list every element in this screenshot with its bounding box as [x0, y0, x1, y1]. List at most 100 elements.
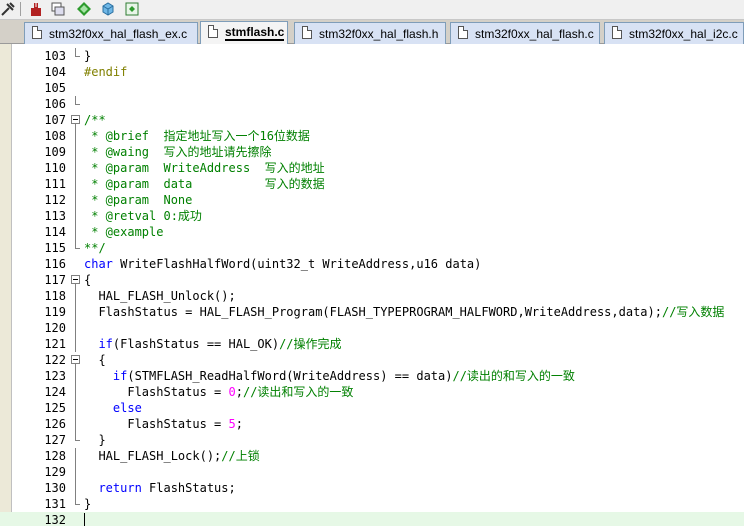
- windows-icon[interactable]: [50, 1, 66, 17]
- comment-token: * @param None: [84, 193, 193, 207]
- code-text: FlashStatus = 5;: [84, 416, 243, 432]
- line-number: 110: [44, 161, 66, 175]
- code-line[interactable]: 120: [0, 320, 744, 336]
- line-number: 111: [44, 177, 66, 191]
- code-line[interactable]: 114 * @example: [0, 224, 744, 240]
- tab-label: stm32f0xx_hal_i2c.c: [629, 27, 738, 41]
- code-token: (FlashStatus == HAL_OK): [112, 337, 280, 351]
- fold-guide: [70, 192, 82, 208]
- fold-guide: [70, 48, 82, 64]
- code-text: * @param WriteAddress 写入的地址: [84, 160, 325, 176]
- preprocessor-token: #endif: [84, 65, 128, 79]
- code-line[interactable]: 104 #endif: [0, 64, 744, 80]
- code-line[interactable]: 126 FlashStatus = 5;: [0, 416, 744, 432]
- code-editor[interactable]: 103} 104 #endif 105 106 107 /** 108 * @brief 指定…: [0, 44, 744, 526]
- line-number: 132: [44, 513, 66, 526]
- line-number: 123: [44, 369, 66, 383]
- comment-token: **/: [84, 241, 106, 255]
- code-line[interactable]: 115 **/: [0, 240, 744, 256]
- code-line[interactable]: 109 * @waing 写入的地址请先擦除: [0, 144, 744, 160]
- tab-stm32f0xx-hal-flash-ex-c[interactable]: stm32f0xx_hal_flash_ex.c: [24, 22, 198, 44]
- code-line[interactable]: 132: [0, 512, 744, 526]
- line-number: 124: [44, 385, 66, 399]
- code-line[interactable]: 108 * @brief 指定地址写入一个16位数据: [0, 128, 744, 144]
- code-line[interactable]: 119 FlashStatus = HAL_FLASH_Program(FLAS…: [0, 304, 744, 320]
- keyword-token: if: [98, 337, 113, 351]
- line-number: 122: [44, 353, 66, 367]
- code-line[interactable]: 129: [0, 464, 744, 480]
- fold-guide: [70, 448, 82, 464]
- code-line[interactable]: 124 FlashStatus = 0;//读出和写入的一致: [0, 384, 744, 400]
- fold-collapse-icon[interactable]: [70, 272, 82, 288]
- line-number: 112: [44, 193, 66, 207]
- tab-stm32f0xx-hal-flash-c[interactable]: stm32f0xx_hal_flash.c: [450, 22, 600, 44]
- code-line[interactable]: 125 else: [0, 400, 744, 416]
- keyword-token: else: [112, 401, 142, 415]
- build-target-icon[interactable]: [0, 1, 16, 17]
- fold-guide: [70, 416, 82, 432]
- tab-stmflash-c[interactable]: stmflash.c: [200, 21, 288, 44]
- comment-token: * @waing 写入的地址请先擦除: [84, 145, 272, 159]
- code-text: FlashStatus = 0;//读出和写入的一致: [84, 384, 353, 400]
- code-text: }: [84, 432, 105, 448]
- tab-stm32f0xx-hal-i2c-c[interactable]: stm32f0xx_hal_i2c.c: [604, 22, 744, 44]
- fold-collapse-icon[interactable]: [70, 112, 82, 128]
- code-text: HAL_FLASH_Unlock();: [84, 288, 235, 304]
- code-token: FlashStatus = HAL_FLASH_Program(FLASH_TY…: [84, 305, 662, 319]
- code-line[interactable]: 121 if(FlashStatus == HAL_OK)//操作完成: [0, 336, 744, 352]
- code-line[interactable]: 103}: [0, 48, 744, 64]
- code-token: (STMFLASH_ReadHalfWord(WriteAddress) == …: [127, 369, 453, 383]
- toolbar-separator: [20, 2, 21, 16]
- comment-token: //操作完成: [279, 337, 342, 351]
- code-line[interactable]: 106: [0, 96, 744, 112]
- comment-token: //读出和写入的一致: [242, 385, 354, 399]
- code-line[interactable]: 117 {: [0, 272, 744, 288]
- code-line[interactable]: 118 HAL_FLASH_Unlock();: [0, 288, 744, 304]
- fold-guide: [70, 368, 82, 384]
- comment-token: //上锁: [221, 449, 260, 463]
- manage-components-icon[interactable]: [100, 1, 116, 17]
- comment-token: * @param WriteAddress 写入的地址: [84, 161, 325, 175]
- line-number: 118: [44, 289, 66, 303]
- load-download-icon[interactable]: [28, 1, 44, 17]
- code-line[interactable]: 116 char WriteFlashHalfWord(uint32_t Writ…: [0, 256, 744, 272]
- fold-guide: [70, 240, 82, 256]
- line-number: 107: [44, 113, 66, 127]
- code-token: FlashStatus =: [84, 417, 229, 431]
- code-text: if(STMFLASH_ReadHalfWord(WriteAddress) =…: [84, 368, 575, 384]
- code-text: {: [84, 352, 105, 368]
- pack-installer-icon[interactable]: [124, 1, 140, 17]
- code-line[interactable]: 112 * @param None: [0, 192, 744, 208]
- code-line[interactable]: 111 * @param data 写入的数据: [0, 176, 744, 192]
- tab-label: stm32f0xx_hal_flash.c: [475, 27, 594, 41]
- line-number: 125: [44, 401, 66, 415]
- code-text: }: [84, 48, 91, 64]
- code-line[interactable]: 128 HAL_FLASH_Lock();//上锁: [0, 448, 744, 464]
- keyword-token: return: [98, 481, 142, 495]
- code-line[interactable]: 122 {: [0, 352, 744, 368]
- code-line[interactable]: 127 }: [0, 432, 744, 448]
- code-line[interactable]: 113 * @retval 0:成功: [0, 208, 744, 224]
- code-token: {: [84, 273, 92, 287]
- comment-token: * @example: [84, 225, 164, 239]
- fold-guide: [70, 176, 82, 192]
- code-line[interactable]: 110 * @param WriteAddress 写入的地址: [0, 160, 744, 176]
- fold-guide: [70, 304, 82, 320]
- code-text: }: [84, 496, 91, 512]
- line-number: 129: [44, 465, 66, 479]
- code-text: /**: [84, 112, 106, 128]
- toolbar: [0, 0, 744, 20]
- code-line[interactable]: 130 return FlashStatus;: [0, 480, 744, 496]
- tab-label: stm32f0xx_hal_flash_ex.c: [49, 27, 188, 41]
- code-text: FlashStatus = HAL_FLASH_Program(FLASH_TY…: [84, 304, 724, 320]
- code-line[interactable]: 107 /**: [0, 112, 744, 128]
- tab-stm32f0xx-hal-flash-h[interactable]: stm32f0xx_hal_flash.h: [294, 22, 446, 44]
- code-text: * @retval 0:成功: [84, 208, 202, 224]
- fold-guide: [70, 384, 82, 400]
- code-line[interactable]: 123 if(STMFLASH_ReadHalfWord(WriteAddres…: [0, 368, 744, 384]
- fold-collapse-icon[interactable]: [70, 352, 82, 368]
- code-line[interactable]: 131}: [0, 496, 744, 512]
- code-line[interactable]: 105: [0, 80, 744, 96]
- debug-diamond-icon[interactable]: [76, 1, 92, 17]
